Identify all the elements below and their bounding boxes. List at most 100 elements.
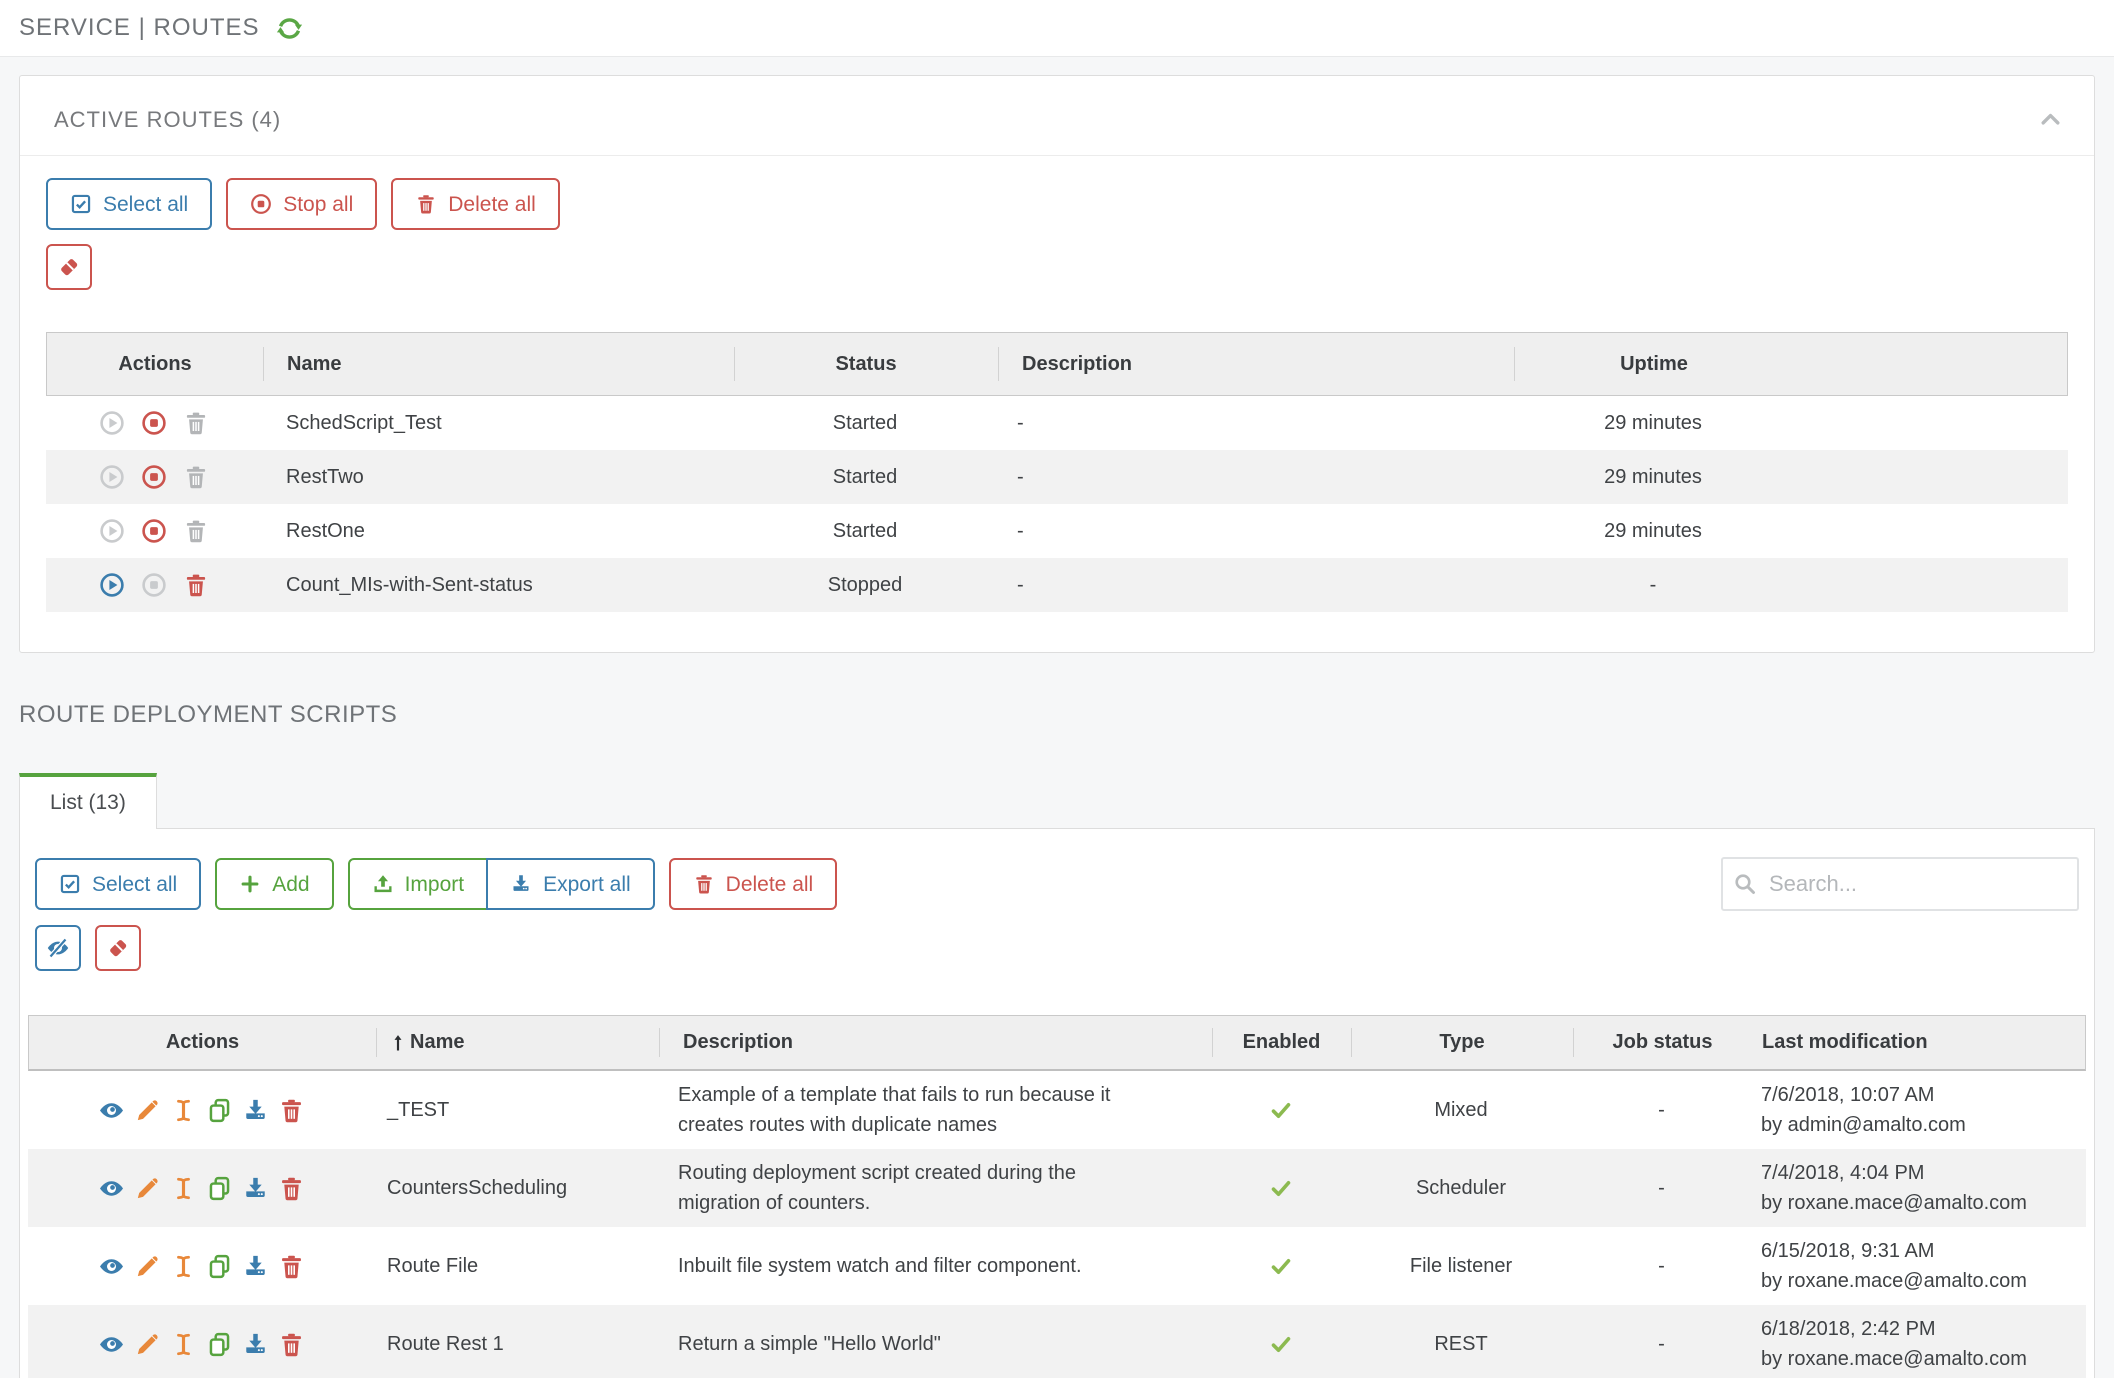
table-row: Route File Inbuilt file system watch and…: [28, 1227, 2086, 1305]
delete-button[interactable]: [278, 1331, 305, 1358]
column-header-type[interactable]: Type: [1351, 1016, 1573, 1069]
play-icon: [99, 518, 125, 544]
refresh-button[interactable]: [276, 15, 303, 42]
rename-button[interactable]: [170, 1097, 197, 1124]
duplicate-button[interactable]: [206, 1331, 233, 1358]
start-route-button[interactable]: [99, 464, 125, 490]
import-label: Import: [405, 874, 465, 895]
trash-icon: [183, 518, 209, 544]
checkbox-icon: [59, 873, 81, 895]
stop-icon: [250, 193, 272, 215]
deployment-scripts-title: ROUTE DEPLOYMENT SCRIPTS: [19, 701, 2114, 729]
rename-button[interactable]: [170, 1175, 197, 1202]
eye-icon: [98, 1253, 125, 1280]
start-route-button[interactable]: [99, 572, 125, 598]
route-uptime: 29 minutes: [1513, 504, 1793, 558]
sort-ascending-icon: [388, 1033, 408, 1053]
export-all-button[interactable]: Export all: [486, 858, 655, 910]
stop-route-button[interactable]: [141, 410, 167, 436]
pencil-icon: [134, 1331, 161, 1358]
download-icon: [242, 1097, 269, 1124]
column-header-name[interactable]: Name: [376, 1016, 659, 1069]
column-header-description: Description: [998, 333, 1514, 395]
import-button[interactable]: Import: [348, 858, 489, 910]
download-icon: [242, 1253, 269, 1280]
delete-all-button[interactable]: Delete all: [669, 858, 838, 910]
route-uptime: 29 minutes: [1513, 450, 1793, 504]
select-all-label: Select all: [92, 874, 177, 895]
rename-button[interactable]: [170, 1253, 197, 1280]
delete-button[interactable]: [278, 1175, 305, 1202]
rename-button[interactable]: [170, 1331, 197, 1358]
edit-button[interactable]: [134, 1097, 161, 1124]
clear-selection-button[interactable]: [46, 244, 92, 290]
copy-icon: [206, 1175, 233, 1202]
table-row: Count_MIs-with-Sent-status Stopped - -: [46, 558, 2068, 612]
copy-icon: [206, 1253, 233, 1280]
enabled-check-icon: [1269, 1098, 1293, 1122]
active-routes-toolbar: Select all Stop all Delete all: [46, 178, 2068, 230]
delete-all-button[interactable]: Delete all: [391, 178, 560, 230]
tab-list[interactable]: List (13): [19, 773, 157, 829]
search-box: [1721, 857, 2079, 911]
page-title: SERVICE | ROUTES: [19, 14, 260, 42]
column-header-description[interactable]: Description: [659, 1016, 1212, 1069]
job-status: -: [1572, 1071, 1751, 1149]
route-status: Stopped: [733, 558, 997, 612]
text-cursor-icon: [170, 1175, 197, 1202]
add-button[interactable]: Add: [215, 858, 333, 910]
enabled-check-icon: [1269, 1332, 1293, 1356]
duplicate-button[interactable]: [206, 1097, 233, 1124]
stop-all-button[interactable]: Stop all: [226, 178, 377, 230]
route-name: RestOne: [262, 504, 733, 558]
trash-icon: [278, 1331, 305, 1358]
view-button[interactable]: [98, 1331, 125, 1358]
start-route-button[interactable]: [99, 518, 125, 544]
column-header-job-status[interactable]: Job status: [1573, 1016, 1752, 1069]
export-button[interactable]: [242, 1175, 269, 1202]
edit-button[interactable]: [134, 1175, 161, 1202]
export-button[interactable]: [242, 1097, 269, 1124]
delete-route-button[interactable]: [183, 464, 209, 490]
column-header-actions: Actions: [47, 333, 263, 395]
script-type: Scheduler: [1350, 1149, 1572, 1227]
delete-route-button[interactable]: [183, 572, 209, 598]
start-route-button[interactable]: [99, 410, 125, 436]
export-button[interactable]: [242, 1253, 269, 1280]
modified-by: by roxane.mace@amalto.com: [1761, 1344, 2027, 1374]
script-name: CountersScheduling: [375, 1149, 658, 1227]
export-button[interactable]: [242, 1331, 269, 1358]
delete-button[interactable]: [278, 1253, 305, 1280]
column-header-enabled[interactable]: Enabled: [1212, 1016, 1351, 1069]
job-status: -: [1572, 1305, 1751, 1378]
delete-route-button[interactable]: [183, 410, 209, 436]
delete-button[interactable]: [278, 1097, 305, 1124]
view-button[interactable]: [98, 1253, 125, 1280]
toggle-visibility-button[interactable]: [35, 925, 81, 971]
column-header-last-modification[interactable]: Last modification: [1752, 1016, 2085, 1069]
column-header-actions[interactable]: Actions: [29, 1016, 376, 1069]
import-export-group: Import Export all: [348, 858, 655, 910]
last-modification-cell: 6/15/2018, 9:31 AM by roxane.mace@amalto…: [1751, 1227, 2086, 1305]
select-all-button[interactable]: Select all: [35, 858, 201, 910]
select-all-button[interactable]: Select all: [46, 178, 212, 230]
search-icon: [1733, 872, 1757, 896]
stop-route-button[interactable]: [141, 464, 167, 490]
view-button[interactable]: [98, 1175, 125, 1202]
route-description: -: [997, 450, 1513, 504]
duplicate-button[interactable]: [206, 1253, 233, 1280]
stop-route-button[interactable]: [141, 572, 167, 598]
collapse-panel-button[interactable]: [2037, 106, 2064, 133]
stop-route-button[interactable]: [141, 518, 167, 544]
edit-button[interactable]: [134, 1331, 161, 1358]
enabled-check-icon: [1269, 1254, 1293, 1278]
table-header-row: Actions Name Status Description Uptime: [46, 332, 2068, 396]
duplicate-button[interactable]: [206, 1175, 233, 1202]
view-button[interactable]: [98, 1097, 125, 1124]
delete-route-button[interactable]: [183, 518, 209, 544]
enabled-cell: [1211, 1071, 1350, 1149]
delete-all-label: Delete all: [448, 194, 536, 215]
search-input[interactable]: [1721, 857, 2079, 911]
edit-button[interactable]: [134, 1253, 161, 1280]
clear-selection-button[interactable]: [95, 925, 141, 971]
